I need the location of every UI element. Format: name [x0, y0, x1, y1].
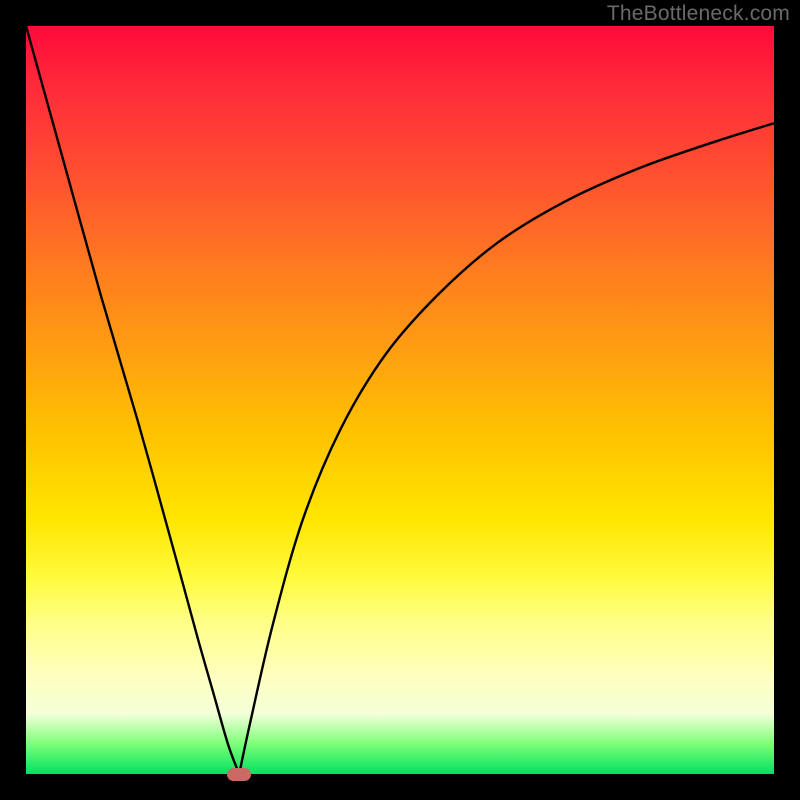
bottleneck-curve: [26, 26, 774, 774]
plot-area: [26, 26, 774, 774]
min-marker: [227, 768, 251, 781]
chart-frame: TheBottleneck.com: [0, 0, 800, 800]
watermark-text: TheBottleneck.com: [607, 2, 790, 26]
